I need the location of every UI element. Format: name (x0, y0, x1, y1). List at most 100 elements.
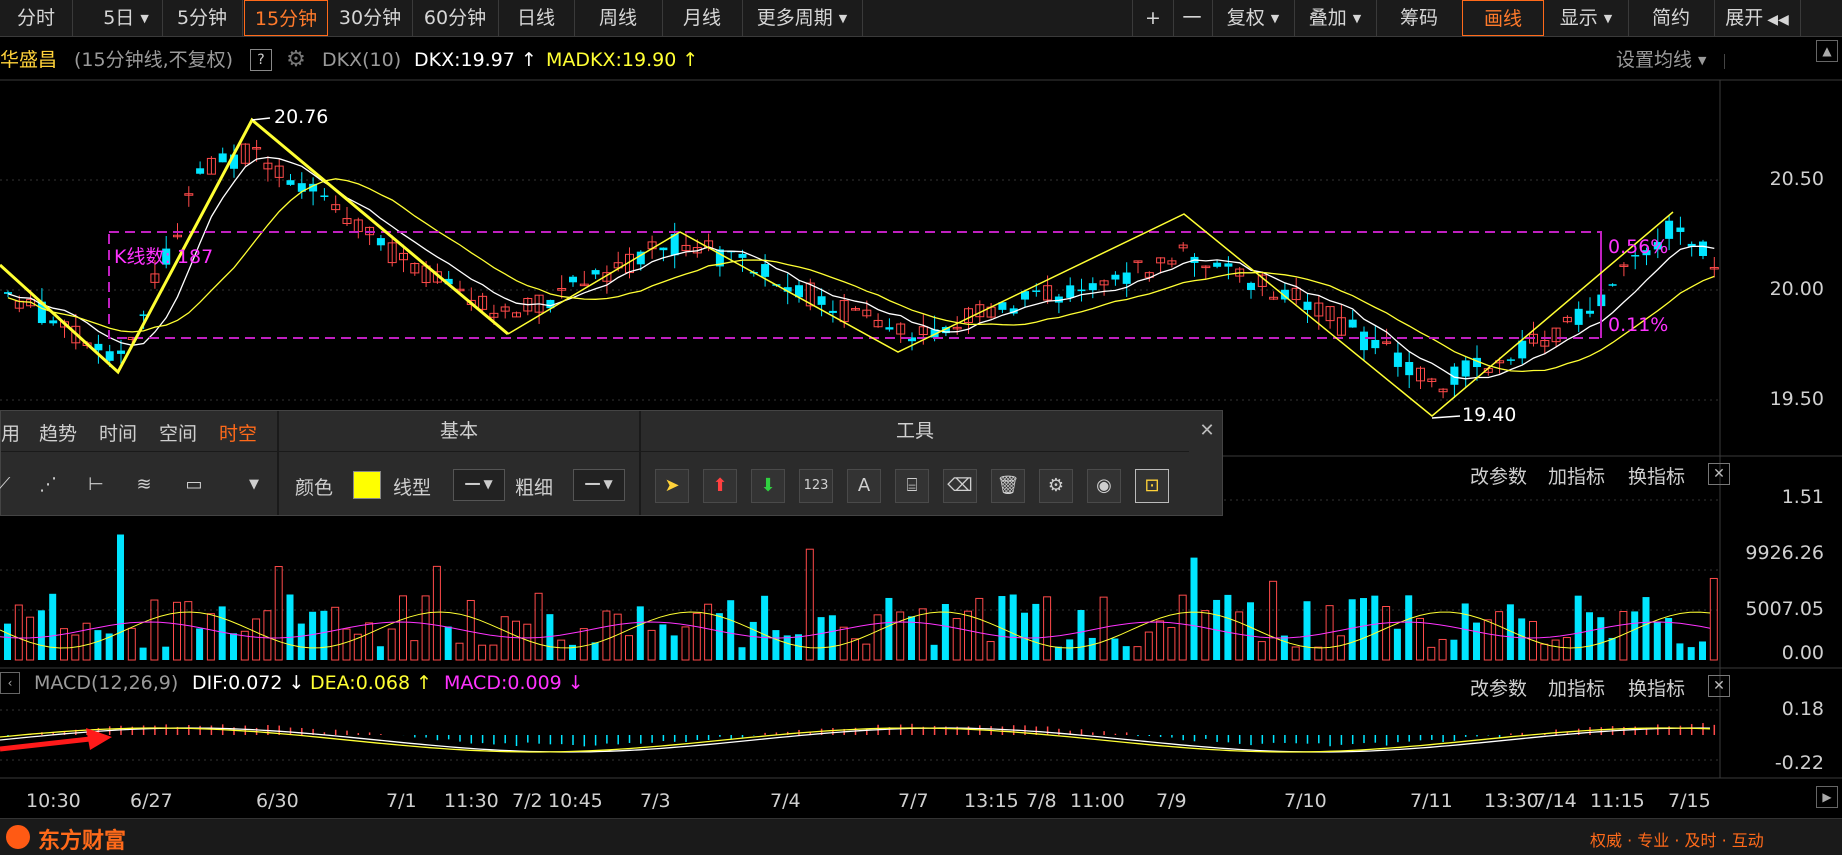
scroll-right-icon[interactable]: ▶ (1816, 786, 1838, 808)
color-swatch[interactable] (353, 471, 381, 499)
parallel-lines-icon[interactable]: ≋ (127, 469, 161, 503)
line-style-label: 线型 (393, 477, 432, 499)
volume-switch-indicator-button[interactable]: 换指标 (1628, 462, 1685, 489)
high-price-label: 20.76 (274, 106, 329, 128)
candle-body (1586, 310, 1594, 314)
line-width-select[interactable]: ━━ ▼ (573, 469, 625, 501)
magnet-icon[interactable]: ⊡ (1135, 469, 1169, 503)
macd-switch-indicator-button[interactable]: 换指标 (1628, 674, 1685, 701)
macd-axis-label: -0.22 (1774, 752, 1824, 774)
eye-icon[interactable]: ◉ (1087, 469, 1121, 503)
volume-bar (173, 601, 181, 661)
time-space-box[interactable] (108, 231, 1602, 339)
tab-space[interactable]: 空间 (159, 419, 197, 446)
volume-bar (862, 643, 871, 661)
fan-tool-icon[interactable]: ⟋ (0, 469, 21, 503)
volume-bar (410, 640, 419, 661)
volume-bar (647, 629, 656, 661)
speed-fan-icon[interactable]: ⋰ (31, 469, 65, 503)
volume-bar (715, 613, 723, 660)
ma-line (7, 156, 1715, 380)
volume-bar (670, 635, 678, 660)
volume-add-indicator-button[interactable]: 加指标 (1548, 462, 1605, 489)
ruler-icon[interactable]: ⌸ (895, 469, 929, 503)
volume-bar (342, 628, 351, 661)
time-label: 7/8 (1026, 790, 1057, 812)
volume-bar (704, 603, 713, 661)
time-label: 13:15 (964, 790, 1019, 812)
volume-bar (4, 623, 11, 660)
volume-bar (1665, 617, 1673, 660)
volume-bar (184, 601, 193, 661)
candle-body (761, 264, 770, 277)
candle-body (1348, 319, 1357, 328)
settings-icon[interactable]: ⚙ (1039, 469, 1073, 503)
volume-bar (579, 628, 588, 661)
volume-bar (795, 634, 802, 660)
number-label-icon[interactable]: 123 (799, 469, 833, 503)
moving-average-lines (7, 156, 1715, 380)
candle-body (376, 238, 385, 246)
volume-bar (1201, 610, 1210, 661)
wave-line-thin[interactable] (507, 211, 1674, 417)
cursor-icon[interactable]: ➤ (655, 469, 689, 503)
tab-time[interactable]: 时间 (99, 419, 137, 446)
chevron-down-icon[interactable]: ▼ (237, 469, 271, 503)
eraser-icon[interactable]: ⌫ (943, 469, 977, 503)
tab-trend[interactable]: 趋势 (39, 419, 77, 446)
candle-body (591, 270, 600, 275)
trash-icon[interactable]: 🗑 (991, 469, 1025, 503)
volume-bar (489, 644, 498, 661)
volume-bar (1393, 628, 1401, 660)
volume-bar (772, 630, 780, 660)
close-icon[interactable]: ✕ (1708, 675, 1730, 697)
candle-body (218, 153, 227, 163)
volume-bar (636, 606, 644, 660)
volume-bar (1551, 639, 1560, 661)
macd-param-button[interactable]: 改参数 (1470, 674, 1527, 701)
line-style-select[interactable]: ━━ ▼ (453, 469, 505, 501)
text-tool-icon[interactable]: A (847, 469, 881, 503)
volume-bar (1473, 622, 1480, 660)
time-label: 7/1 (386, 790, 417, 812)
close-icon[interactable]: ✕ (1191, 411, 1223, 451)
candle-body (1371, 339, 1380, 349)
volume-bar (727, 600, 735, 660)
macd-add-indicator-button[interactable]: 加指标 (1548, 674, 1605, 701)
tab-usage[interactable]: 用 (1, 419, 20, 446)
macd-dif: DIF:0.072 ↓ (192, 672, 304, 694)
rectangle-tool-icon[interactable]: ▭ (177, 469, 211, 503)
wave-line-bold[interactable] (0, 117, 509, 375)
scroll-up-icon[interactable]: ▲ (1816, 40, 1838, 62)
volume-bar (986, 641, 995, 661)
close-icon[interactable]: ✕ (1708, 463, 1730, 485)
volume-bar (681, 626, 690, 661)
tab-timespace[interactable]: 时空 (219, 419, 257, 446)
volume-bar (1190, 557, 1198, 660)
volume-bar (761, 595, 769, 660)
volume-bar (873, 614, 882, 661)
tools-section-title: 工具 (641, 411, 1189, 452)
low-marker (1431, 415, 1461, 419)
red-arrow-icon (0, 728, 112, 752)
down-arrow-icon[interactable]: ⬇ (751, 469, 785, 503)
volume-bar (455, 642, 464, 661)
volume-bar (749, 621, 757, 660)
time-span-icon[interactable]: ⊢ (79, 469, 113, 503)
volume-bar (444, 626, 452, 660)
volume-axis-label: 5007.05 (1745, 598, 1824, 620)
volume-bar (399, 595, 407, 661)
volume-bar (94, 630, 102, 660)
time-label: 11:30 (444, 790, 499, 812)
up-arrow-icon[interactable]: ⬆ (703, 469, 737, 503)
time-label: 11:00 (1070, 790, 1125, 812)
draw-section-types: 用 趋势 时间 空间 时空 ⟋ ⋰ ⊢ ≋ ▭ ▼ (0, 411, 279, 515)
collapse-icon[interactable]: ‹ (0, 672, 20, 694)
volume-bar (421, 595, 430, 661)
brand-slogan: 权威 · 专业 · 及时 · 互动 (1590, 831, 1764, 850)
time-label: 11:15 (1590, 790, 1645, 812)
volume-param-button[interactable]: 改参数 (1470, 462, 1527, 489)
candle-body (817, 296, 826, 305)
volume-bar (738, 647, 746, 660)
volume-bar (918, 608, 927, 661)
